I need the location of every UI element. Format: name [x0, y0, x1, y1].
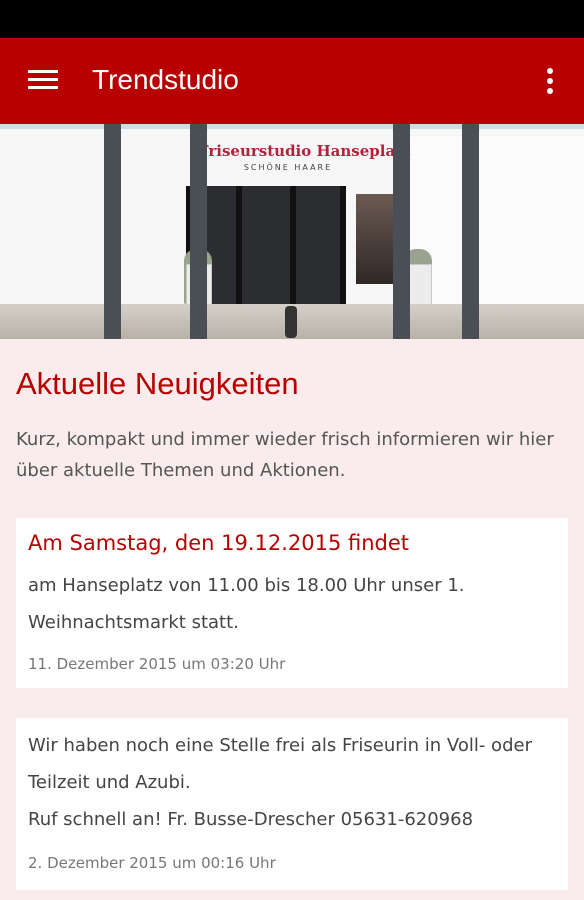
shop-sign: Friseurstudio Hanseplatz SCHÖNE HAARE	[198, 140, 411, 174]
news-card-body-line: Ruf schnell an! Fr. Busse-Drescher 05631…	[28, 809, 474, 830]
section-title: Aktuelle Neuigkeiten	[16, 366, 299, 401]
news-card-body-line: Wir haben noch eine Stelle frei als Fris…	[28, 735, 532, 793]
pillar	[462, 124, 479, 339]
news-card-date: 11. Dezember 2015 um 03:20 Uhr	[28, 655, 286, 673]
bollard	[285, 306, 297, 338]
section-intro: Kurz, kompakt und immer wieder frisch in…	[16, 429, 554, 481]
pillar	[190, 124, 207, 339]
pillar	[104, 124, 121, 339]
news-card-title[interactable]: Am Samstag, den 19.12.2015 findet	[28, 527, 409, 559]
hamburger-menu-icon[interactable]	[28, 69, 58, 93]
app-title: Trendstudio	[92, 64, 239, 95]
news-card[interactable]: Am Samstag, den 19.12.2015 findet am Han…	[16, 518, 568, 688]
more-vertical-icon[interactable]	[540, 68, 560, 96]
shop-sign-title: Friseurstudio Hanseplatz	[198, 142, 411, 160]
shop-sign-subtitle: SCHÖNE HAARE	[243, 163, 333, 172]
news-card-body: am Hanseplatz von 11.00 bis 18.00 Uhr un…	[28, 575, 465, 633]
news-card-date: 2. Dezember 2015 um 00:16 Uhr	[28, 854, 276, 872]
news-card-body: Wir haben noch eine Stelle frei als Fris…	[28, 727, 562, 838]
news-card[interactable]: Wir haben noch eine Stelle frei als Fris…	[16, 718, 568, 890]
hero-image: Friseurstudio Hanseplatz SCHÖNE HAARE	[0, 124, 584, 339]
pillar	[393, 124, 410, 339]
app-bar: Trendstudio	[0, 38, 584, 124]
status-bar	[0, 0, 584, 38]
